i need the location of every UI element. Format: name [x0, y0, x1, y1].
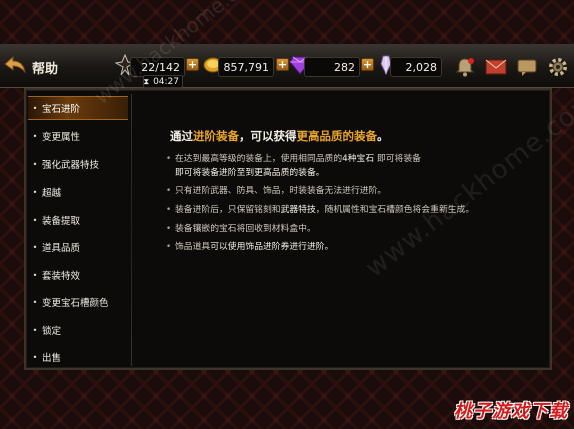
mail-icon	[485, 59, 507, 75]
help-content: 通过进阶装备，可以获得更高品质的装备。 • 在达到最高等级的装备上，使用相同品质的…	[140, 94, 548, 366]
sidebar-item-equipment-extract[interactable]: • 装备提取	[28, 208, 128, 232]
help-paragraph-2: • 只有进阶武器、防具、饰品，时装装备无法进行进阶。	[166, 186, 387, 196]
notification-icon	[455, 58, 475, 77]
help-paragraph-4: • 装备镶嵌的宝石将回收到材料盒中。	[166, 224, 316, 234]
mail-button[interactable]	[483, 55, 509, 79]
panel-divider	[131, 94, 132, 366]
content-heading: 通过进阶装备，可以获得更高品质的装备。	[170, 129, 389, 143]
sidebar-item-change-attributes[interactable]: • 变更属性	[28, 124, 128, 148]
page-title: 帮助	[32, 62, 59, 77]
sidebar-item-set-effects[interactable]: • 套装特效	[28, 263, 128, 287]
sidebar-item-item-quality[interactable]: • 道具品质	[28, 235, 128, 259]
help-paragraph-5: • 饰品道具可以使用饰品进阶券进行进阶。	[166, 242, 334, 252]
add-stamina-button[interactable]: +	[186, 58, 199, 71]
settings-button[interactable]	[545, 55, 571, 79]
sidebar-item-sell[interactable]: • 出售	[28, 345, 128, 369]
sidebar-item-enhance-weapon-skill[interactable]: • 强化武器特技	[28, 152, 128, 176]
help-topic-list: • 宝石进阶 • 变更属性 • 强化武器特技 • 超越 • 装备提取 • 道具品质 • 套装特…	[28, 92, 130, 368]
gold-value: 857,791	[218, 57, 274, 77]
gear-icon	[549, 58, 567, 76]
back-button[interactable]	[2, 50, 28, 80]
crystal-value: 2,028	[390, 57, 442, 77]
sidebar-item-transcend[interactable]: • 超越	[28, 180, 128, 204]
chat-button[interactable]	[514, 55, 540, 79]
help-paragraph-1: • 在达到最高等级的装备上，使用相同品质的4种宝石 即可将装备 即可将装备进阶至到…	[166, 154, 421, 178]
gem-value: 282	[304, 57, 360, 77]
back-arrow-icon	[4, 55, 26, 74]
notification-button[interactable]	[452, 55, 478, 79]
sidebar-item-change-socket-color[interactable]: • 变更宝石槽颜色	[28, 290, 128, 314]
chat-icon	[517, 59, 537, 76]
sidebar-item-lock[interactable]: • 锁定	[28, 318, 128, 342]
stamina-timer: ⧗ 04:27	[143, 75, 183, 88]
corner-watermark: 桃子游戏下载	[454, 401, 568, 422]
